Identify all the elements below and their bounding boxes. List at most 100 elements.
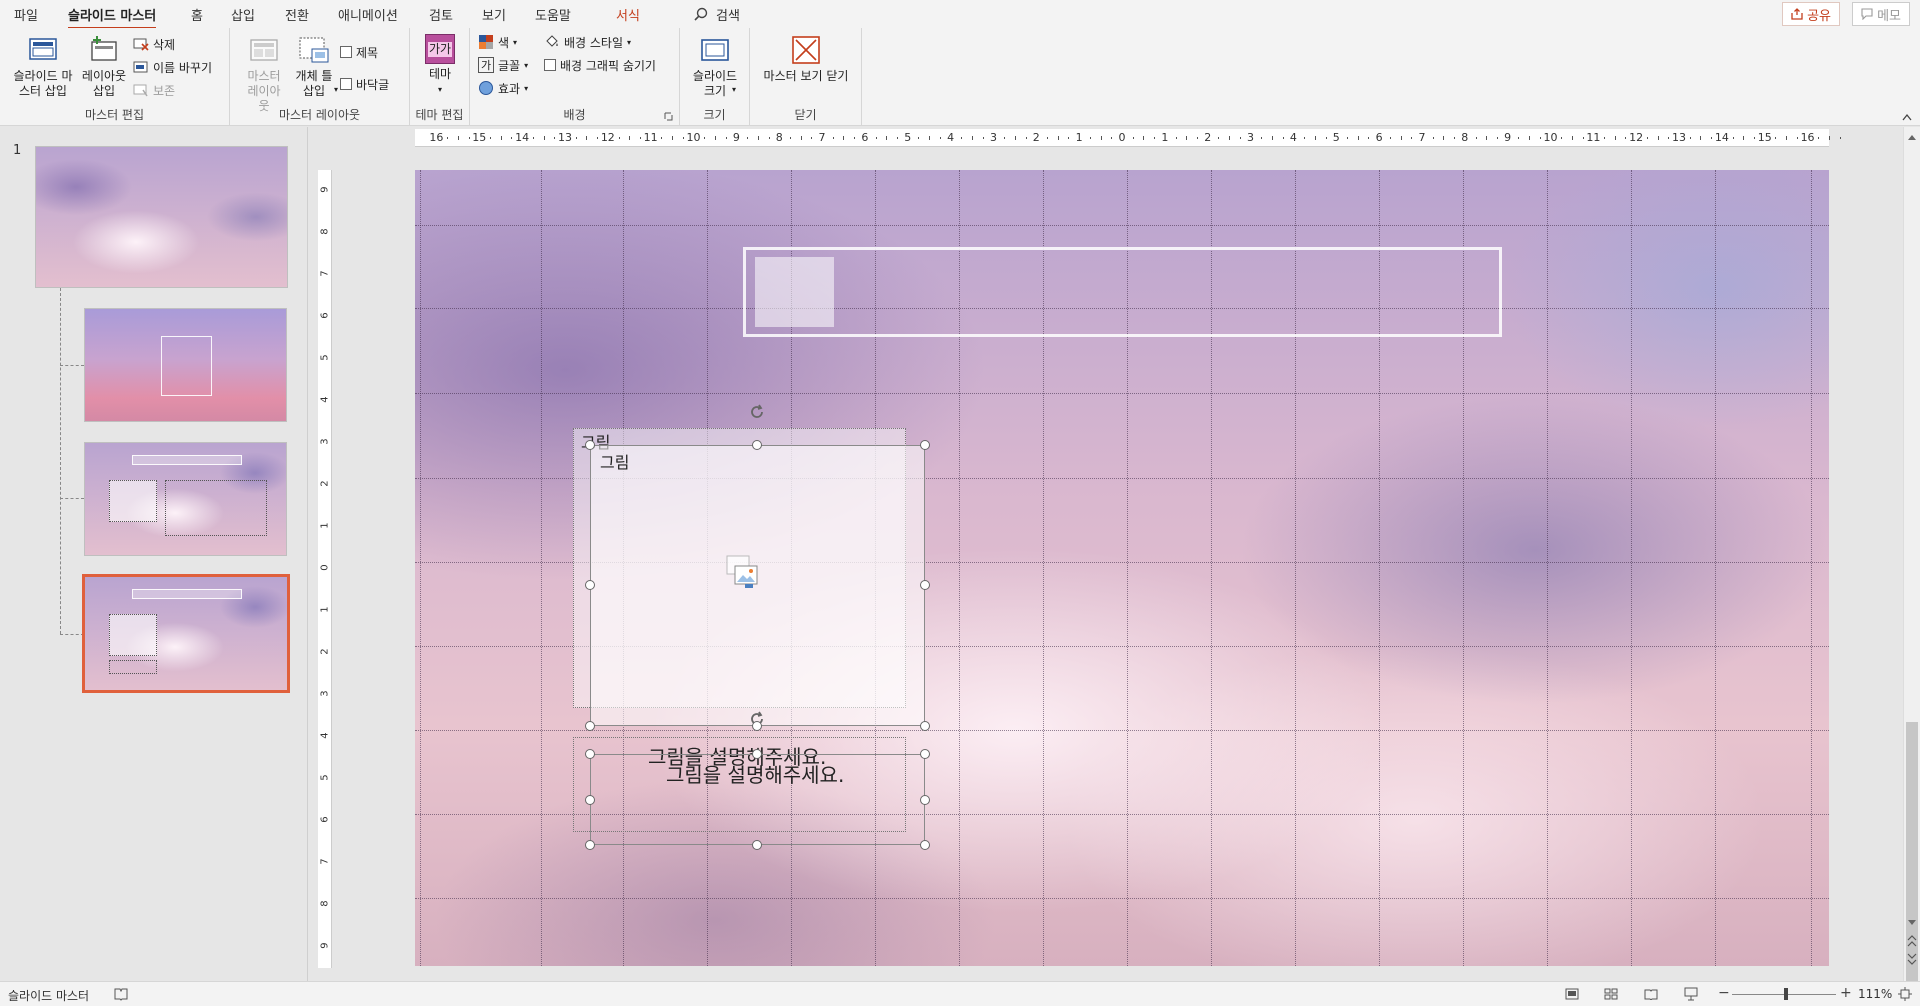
zoom-out-icon[interactable]: − [1718, 985, 1730, 1001]
ruler-v-label: 6 [319, 816, 331, 823]
insert-slide-master-button[interactable]: 슬라이드 마 스터 삽입 [8, 34, 78, 99]
fonts-button[interactable]: 가 글꼴 ▾ [478, 56, 528, 74]
master-layout-button[interactable]: 마스터 레이아웃 [242, 34, 286, 114]
ruler-h-label: 5 [1332, 131, 1340, 144]
effects-button[interactable]: 효과 ▾ [478, 79, 528, 97]
scroll-up-icon[interactable] [1907, 133, 1917, 141]
resize-handle[interactable] [752, 721, 762, 731]
zoom-slider-thumb[interactable] [1784, 988, 1788, 1000]
slide-canvas[interactable]: 그림 그림 그림을 설명해주세요. 그림을 설명해주세요. [415, 170, 1829, 966]
footer-checkbox-box[interactable] [340, 78, 352, 90]
tree-connector [60, 288, 61, 634]
zoom-slider[interactable] [1732, 988, 1836, 1000]
rename-button[interactable]: 이름 바꾸기 [133, 58, 212, 76]
resize-handle[interactable] [752, 440, 762, 450]
vertical-scrollbar[interactable] [1903, 127, 1920, 1006]
gridline-vertical [1631, 170, 1632, 966]
ruler-h-label: 13 [557, 131, 572, 144]
gridline-horizontal [415, 393, 1829, 394]
accessibility-icon[interactable] [114, 988, 128, 1001]
memo-button[interactable]: 메모 [1852, 2, 1910, 26]
resize-handle[interactable] [585, 580, 595, 590]
thumbnail-layout-2[interactable] [84, 442, 287, 556]
ruler-h-tick [1518, 137, 1520, 139]
search-box[interactable]: 검색 [694, 4, 740, 24]
tab-file[interactable]: 파일 [14, 5, 38, 24]
tab-insert[interactable]: 삽입 [231, 5, 255, 24]
tab-transitions[interactable]: 전환 [285, 5, 309, 24]
ruler-h-tick [1100, 136, 1102, 140]
resize-handle[interactable] [920, 749, 930, 759]
preserve-button[interactable]: 보존 [133, 81, 175, 99]
background-styles-button[interactable]: 배경 스타일 ▾ [544, 33, 631, 51]
resize-handle[interactable] [920, 795, 930, 805]
thumbnail-slide-master[interactable] [35, 146, 288, 288]
resize-handle[interactable] [585, 721, 595, 731]
insert-layout-button[interactable]: 레이아웃 삽입 [80, 34, 128, 99]
resize-handle[interactable] [585, 795, 595, 805]
zoom-in-icon[interactable]: + [1840, 985, 1852, 1001]
resize-handle[interactable] [752, 840, 762, 850]
colors-label: 색 [498, 35, 510, 50]
ruler-h-tick [489, 137, 491, 139]
hide-background-graphics-checkbox[interactable]: 배경 그래픽 숨기기 [544, 56, 656, 74]
resize-handle[interactable] [920, 721, 930, 731]
tab-view[interactable]: 보기 [482, 5, 506, 24]
slideshow-icon[interactable] [1684, 987, 1698, 1001]
group-label-master-layout: 마스터 레이아웃 [278, 108, 361, 122]
horizontal-ruler[interactable]: 16 15 14 13 12 11 10 9 8 7 6 5 4 3 2 1 0 1 2 3 4 5 6 7 8 9 10 11 12 1… [415, 129, 1841, 147]
ruler-h-tick [597, 137, 599, 139]
slide-sorter-icon[interactable] [1604, 988, 1618, 1000]
tab-animations[interactable]: 애니메이션 [338, 5, 398, 24]
collapse-ribbon-icon[interactable] [1902, 113, 1912, 121]
ruler-h-tick [532, 137, 534, 139]
thumbnail-layout-3-selected[interactable] [82, 574, 290, 693]
tab-slide-master[interactable]: 슬라이드 마스터 [68, 5, 157, 30]
group-label-close: 닫기 [794, 108, 817, 122]
resize-handle[interactable] [585, 749, 595, 759]
group-label-theme-edit: 테마 편집 [415, 108, 464, 122]
close-master-view-button[interactable]: 마스터 보기 닫기 [758, 34, 854, 84]
tab-home[interactable]: 홈 [191, 5, 203, 24]
ruler-h-tick [1271, 136, 1273, 140]
fit-to-window-icon[interactable] [1898, 987, 1912, 1001]
scroll-down-icon[interactable] [1907, 919, 1917, 927]
hide-background-graphics-box[interactable] [544, 59, 556, 71]
normal-view-icon[interactable] [1565, 988, 1579, 1000]
share-icon [1791, 8, 1803, 20]
ruler-h-tick [768, 137, 770, 139]
reading-view-icon[interactable] [1644, 988, 1658, 1000]
title-checkbox[interactable]: 제목 [340, 43, 378, 61]
colors-button[interactable]: 색 ▾ [478, 33, 517, 51]
tab-help[interactable]: 도움말 [535, 5, 571, 24]
thumbnail-image-box [109, 480, 157, 522]
footer-checkbox[interactable]: 바닥글 [340, 75, 389, 93]
tab-review[interactable]: 검토 [429, 5, 453, 24]
previous-slide-icon[interactable] [1907, 935, 1917, 947]
rotate-handle-icon[interactable] [748, 403, 766, 421]
resize-handle[interactable] [920, 580, 930, 590]
zoom-level[interactable]: 111% [1858, 987, 1892, 1001]
rename-label: 이름 바꾸기 [153, 60, 213, 75]
share-label: 공유 [1807, 8, 1831, 24]
next-slide-icon[interactable] [1907, 953, 1917, 965]
resize-handle[interactable] [920, 440, 930, 450]
ruler-h-tick [500, 136, 502, 140]
resize-handle[interactable] [585, 840, 595, 850]
share-button[interactable]: 공유 [1782, 2, 1840, 26]
theme-button[interactable]: 가가 테마 ▾ [418, 34, 462, 97]
title-checkbox-box[interactable] [340, 46, 352, 58]
insert-placeholder-button[interactable]: 개체 틀 삽입 ▾ [292, 34, 338, 99]
ruler-h-tick [961, 137, 963, 139]
resize-handle[interactable] [752, 749, 762, 759]
slide-size-button[interactable]: 슬라이드 크기 ▾ [690, 34, 740, 99]
thumbnail-layout-1[interactable] [84, 308, 287, 422]
insert-picture-icon[interactable] [725, 554, 761, 590]
ruler-h-tick [1743, 136, 1745, 140]
vertical-ruler[interactable]: 9 8 7 6 5 4 3 2 1 0 1 2 3 4 5 6 7 8 9 [318, 170, 332, 968]
layout-add-icon [91, 36, 117, 61]
delete-button[interactable]: 삭제 [133, 35, 175, 53]
tab-format[interactable]: 서식 [616, 5, 640, 24]
resize-handle[interactable] [920, 840, 930, 850]
resize-handle[interactable] [585, 440, 595, 450]
